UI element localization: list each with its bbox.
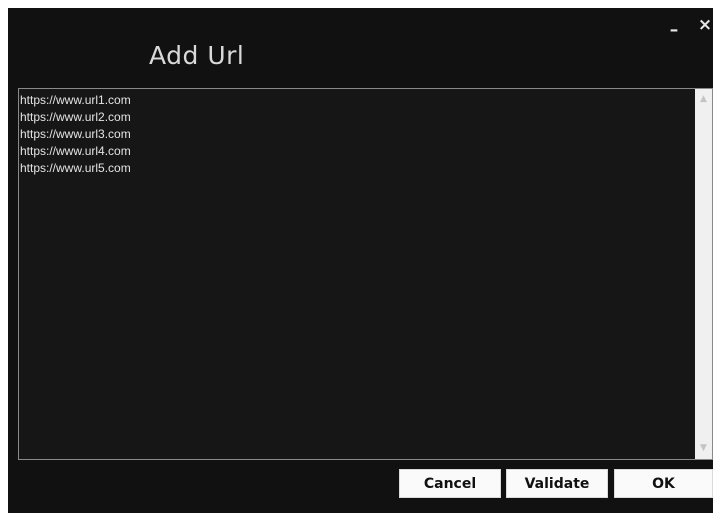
chevron-up-icon[interactable]: ▲ <box>695 91 712 108</box>
chevron-down-icon[interactable]: ▼ <box>695 440 712 457</box>
validate-button[interactable]: Validate <box>506 469 608 498</box>
vertical-scrollbar[interactable]: ▲ ▼ <box>695 89 712 459</box>
cancel-button[interactable]: Cancel <box>399 469 501 498</box>
close-icon: × <box>697 15 713 35</box>
close-button[interactable]: × <box>695 15 715 37</box>
url-textarea[interactable]: https://www.url1.com https://www.url2.co… <box>18 88 713 460</box>
dialog-title: Add Url <box>149 41 245 70</box>
minimize-icon: – <box>669 20 679 40</box>
minimize-button[interactable]: – <box>664 20 684 42</box>
add-url-dialog: Add Url – × https://www.url1.com https:/… <box>8 8 713 513</box>
url-list-text: https://www.url1.com https://www.url2.co… <box>20 93 131 175</box>
ok-button[interactable]: OK <box>614 469 713 498</box>
